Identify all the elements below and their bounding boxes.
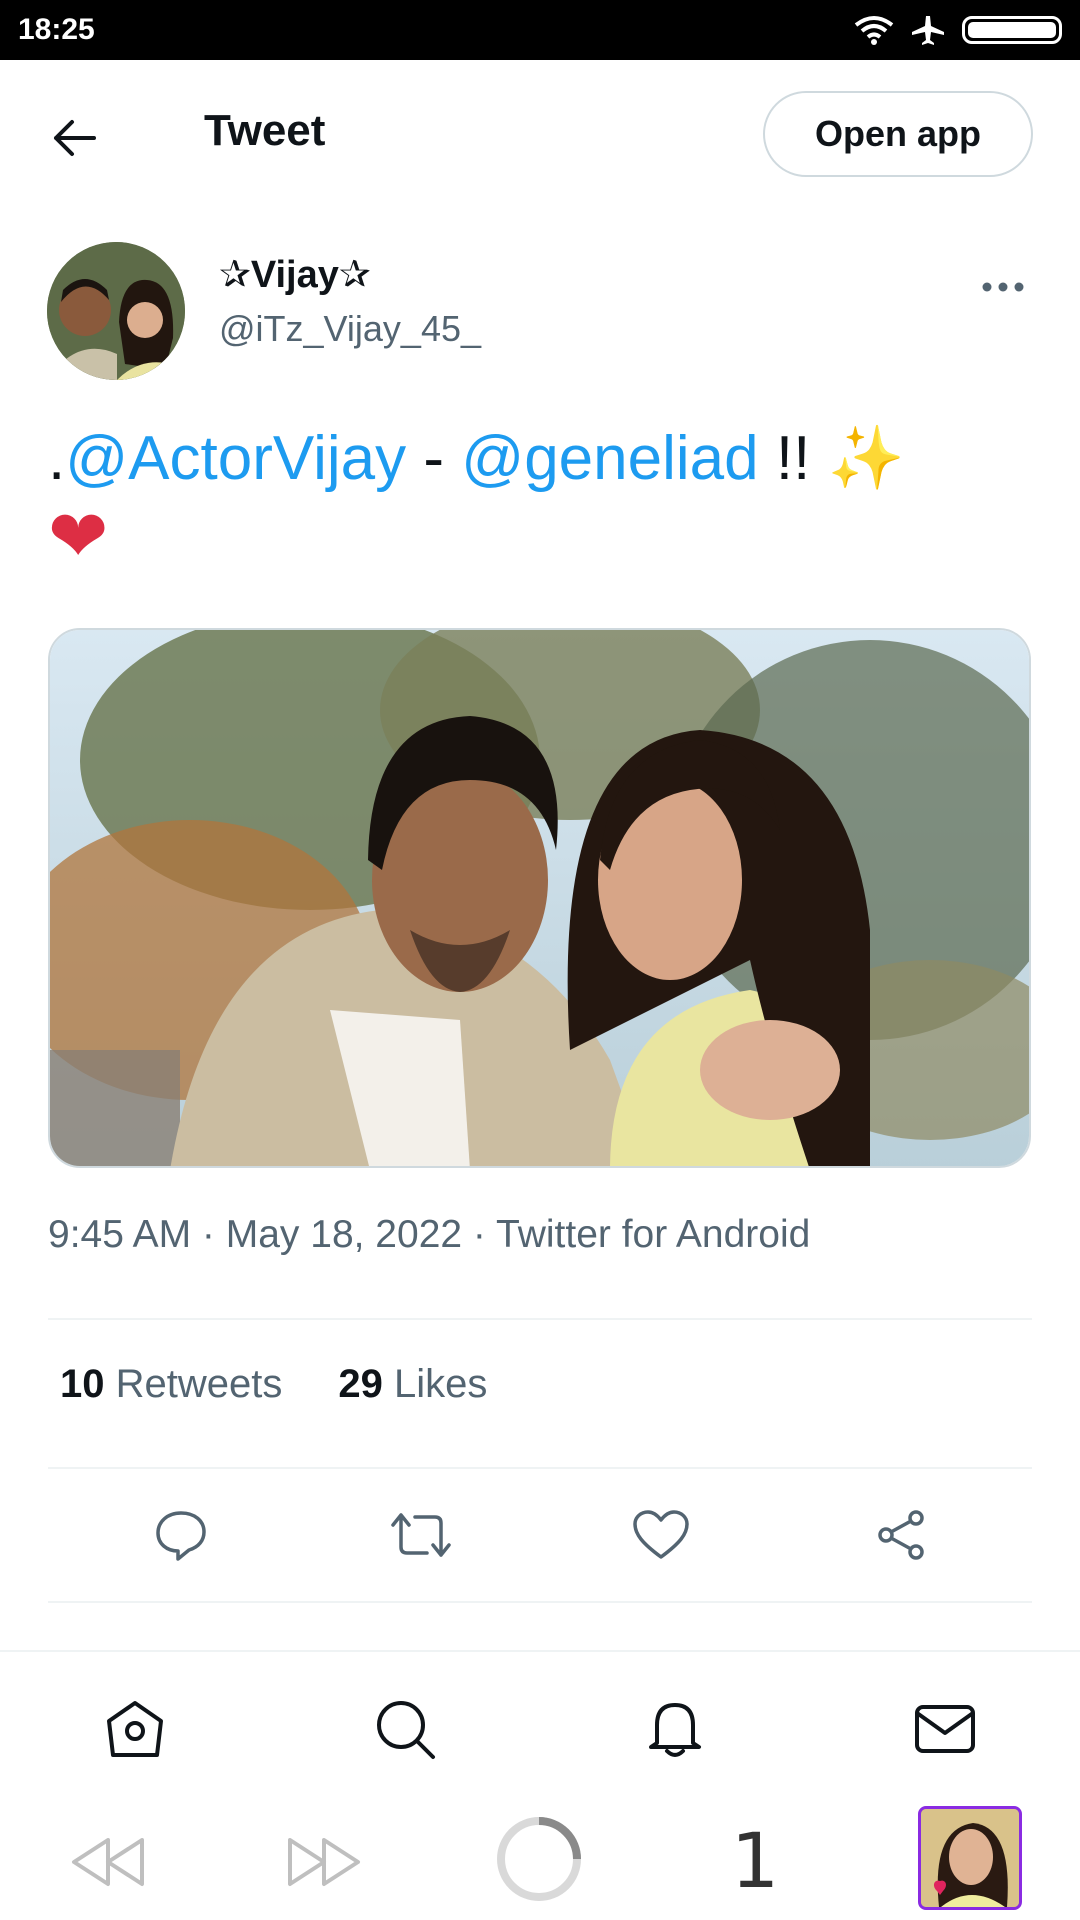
mention-link[interactable]: @ActorVijay [65,424,406,493]
nav-messages[interactable] [910,1694,980,1764]
page-title: Tweet [204,106,326,155]
battery-icon [962,16,1062,44]
share-icon [878,1510,924,1560]
browser-toolbar: 1 [0,1800,1080,1920]
retweet-icon [391,1513,451,1557]
retweets-stat[interactable]: 10 Retweets [60,1362,282,1407]
wifi-icon [854,16,894,45]
fast-forward-icon [288,1838,360,1886]
airplane-icon [912,16,944,45]
status-icons [854,14,1062,46]
heart-icon [633,1510,689,1559]
retweets-label: Retweets [115,1362,283,1406]
share-button[interactable] [866,1500,936,1570]
arrow-left-icon [54,120,96,156]
search-icon [377,1701,435,1759]
avatar[interactable] [47,242,185,380]
loading-spinner-icon [497,1817,581,1901]
tweet-prefix: . [48,424,66,493]
author-handle[interactable]: @iTz_Vijay_45_ [219,308,481,350]
sparkles-emoji: ✨ [827,424,905,493]
browser-forward-button[interactable] [284,1832,364,1892]
tweet-media-image[interactable] [48,628,1031,1168]
retweets-count: 10 [60,1362,105,1406]
red-heart-emoji: ❤ [48,497,109,577]
reply-button[interactable] [146,1500,216,1570]
rewind-icon [72,1838,144,1886]
likes-label: Likes [394,1362,488,1406]
divider [48,1467,1032,1469]
divider [48,1601,1032,1603]
profile-thumbnail[interactable] [918,1806,1022,1910]
back-button[interactable] [44,108,104,168]
like-button[interactable] [626,1500,696,1570]
tab-count[interactable]: 1 [720,1810,790,1910]
home-icon [107,1701,163,1757]
more-icon [982,282,1024,292]
retweet-button[interactable] [386,1500,456,1570]
browser-reload-button[interactable] [494,1814,584,1904]
bell-icon [649,1703,701,1757]
more-options-button[interactable] [973,272,1033,302]
open-app-button[interactable]: Open app [763,91,1033,177]
status-time: 18:25 [18,13,95,46]
tweet-stats: 10 Retweets 29 Likes [60,1362,487,1407]
tweet-text: .@ActorVijay - @geneliad !! ✨ ❤ [48,420,1028,580]
mail-icon [915,1705,975,1753]
status-bar: 18:25 [0,0,1080,60]
tweet-suffix: !! [758,424,828,493]
tweet-separator: - [406,424,462,493]
mention-link[interactable]: @geneliad [461,424,758,493]
tweet-author: ✰Vijay✰ @iTz_Vijay_45_ [47,242,1033,382]
divider [48,1318,1032,1320]
likes-count: 29 [338,1362,383,1406]
nav-home[interactable] [100,1694,170,1764]
tweet-action-bar [48,1500,1032,1570]
likes-stat[interactable]: 29 Likes [338,1362,487,1407]
tweet-timestamp: 9:45 AM · May 18, 2022 · Twitter for And… [48,1213,811,1256]
author-display-name[interactable]: ✰Vijay✰ [219,252,371,297]
reply-icon [156,1511,206,1561]
browser-back-button[interactable] [68,1832,148,1892]
bottom-navigation [0,1650,1080,1802]
header: Tweet Open app [0,60,1080,210]
nav-notifications[interactable] [640,1694,710,1764]
nav-search[interactable] [370,1694,440,1764]
